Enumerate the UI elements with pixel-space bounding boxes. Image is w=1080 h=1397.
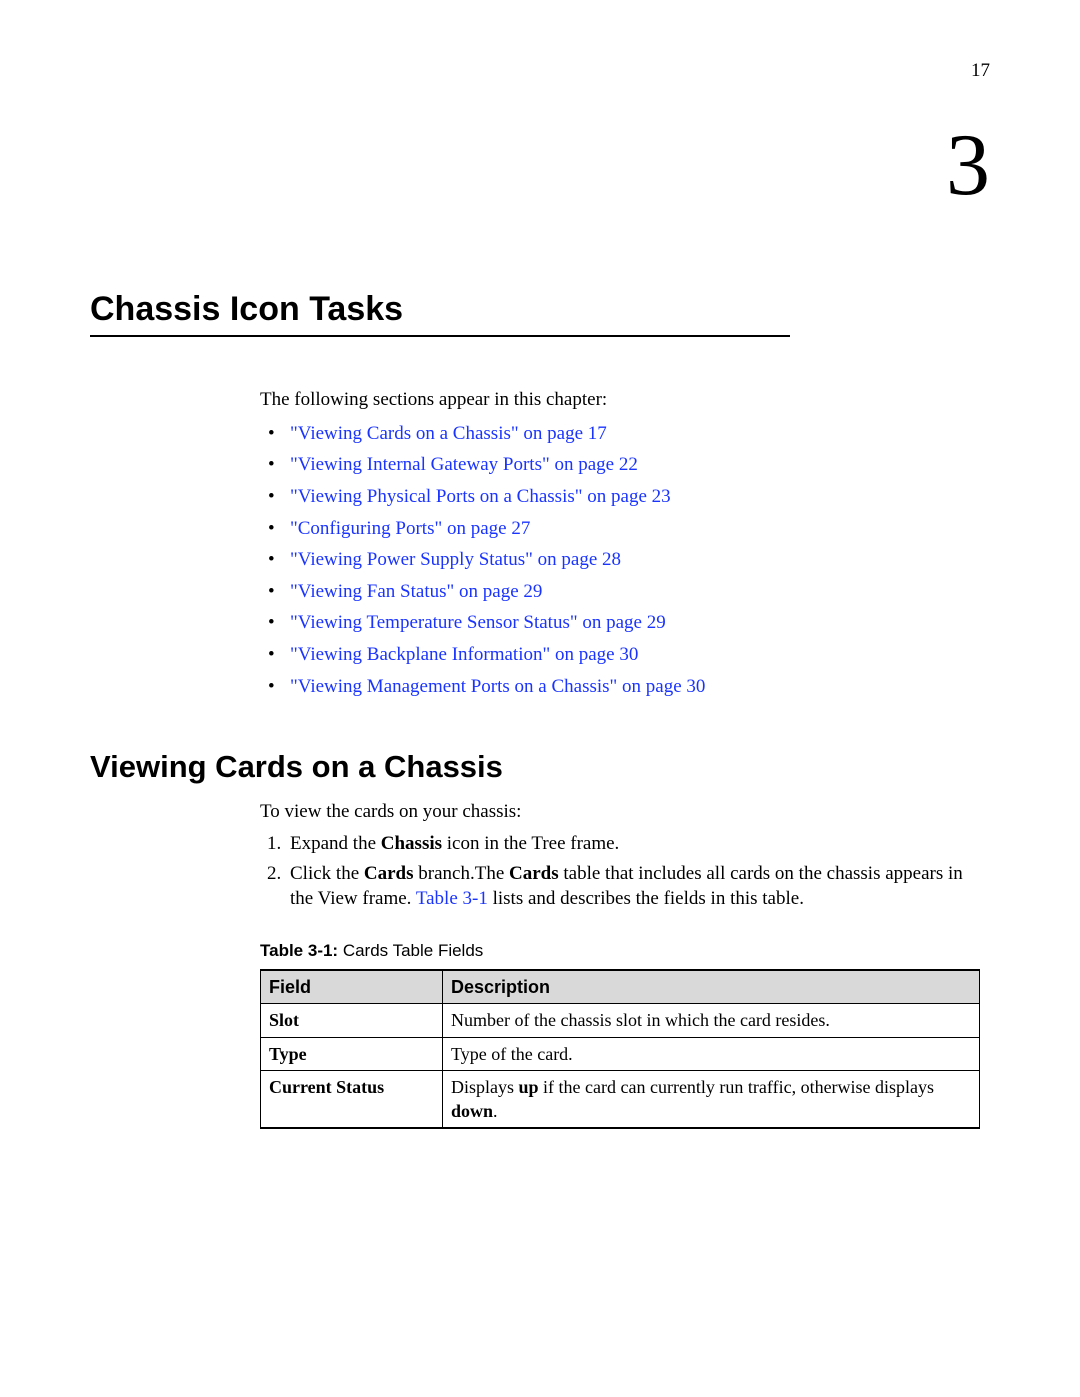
toc-item: "Configuring Ports" on page 27: [260, 516, 990, 542]
step-text: Click the: [290, 863, 364, 884]
chapter-number: 3: [90, 122, 990, 210]
desc-text: Displays: [451, 1077, 519, 1097]
step-item: Expand the Chassis icon in the Tree fram…: [286, 831, 990, 857]
td-field: Slot: [261, 1004, 443, 1037]
td-description: Displays up if the card can currently ru…: [443, 1070, 980, 1128]
toc-link[interactable]: "Viewing Management Ports on a Chassis" …: [290, 676, 705, 697]
chapter-rule: [90, 335, 790, 337]
page: 17 3 Chassis Icon Tasks The following se…: [0, 0, 1080, 1189]
section-title: Viewing Cards on a Chassis: [90, 749, 990, 785]
desc-text: .: [493, 1101, 498, 1121]
step-text: lists and describes the fields in this t…: [488, 888, 804, 909]
td-description: Type of the card.: [443, 1037, 980, 1070]
th-description: Description: [443, 970, 980, 1004]
step-text: Expand the: [290, 833, 381, 854]
table-caption-label: Table 3-1:: [260, 941, 338, 960]
toc-item: "Viewing Fan Status" on page 29: [260, 579, 990, 605]
toc-link[interactable]: "Viewing Power Supply Status" on page 28: [290, 549, 621, 570]
toc-item: "Viewing Temperature Sensor Status" on p…: [260, 610, 990, 636]
toc-link[interactable]: "Viewing Temperature Sensor Status" on p…: [290, 612, 666, 633]
table-caption-text: Cards Table Fields: [338, 941, 483, 960]
table-row: Slot Number of the chassis slot in which…: [261, 1004, 980, 1037]
td-description: Number of the chassis slot in which the …: [443, 1004, 980, 1037]
toc-item: "Viewing Internal Gateway Ports" on page…: [260, 452, 990, 478]
toc-link[interactable]: "Viewing Cards on a Chassis" on page 17: [290, 423, 607, 444]
section-body: To view the cards on your chassis: Expan…: [260, 799, 990, 1129]
toc-item: "Viewing Power Supply Status" on page 28: [260, 547, 990, 573]
steps-list: Expand the Chassis icon in the Tree fram…: [260, 831, 990, 912]
chapter-intro-block: The following sections appear in this ch…: [260, 387, 990, 699]
table-caption: Table 3-1: Cards Table Fields: [260, 940, 990, 963]
toc-list: "Viewing Cards on a Chassis" on page 17 …: [260, 421, 990, 700]
intro-sentence: The following sections appear in this ch…: [260, 387, 990, 413]
toc-link[interactable]: "Viewing Fan Status" on page 29: [290, 581, 542, 602]
table-ref-link[interactable]: Table 3-1: [416, 888, 488, 909]
page-number: 17: [90, 60, 990, 82]
step-bold: Cards: [364, 863, 414, 884]
th-field: Field: [261, 970, 443, 1004]
desc-text: if the card can currently run traffic, o…: [539, 1077, 935, 1097]
toc-item: "Viewing Cards on a Chassis" on page 17: [260, 421, 990, 447]
table-row: Current Status Displays up if the card c…: [261, 1070, 980, 1128]
toc-item: "Viewing Backplane Information" on page …: [260, 642, 990, 668]
step-bold: Chassis: [381, 833, 442, 854]
table-header-row: Field Description: [261, 970, 980, 1004]
step-text: branch.The: [414, 863, 509, 884]
desc-bold: down: [451, 1101, 493, 1121]
td-field: Current Status: [261, 1070, 443, 1128]
cards-table: Field Description Slot Number of the cha…: [260, 969, 980, 1129]
toc-link[interactable]: "Viewing Internal Gateway Ports" on page…: [290, 454, 638, 475]
toc-link[interactable]: "Configuring Ports" on page 27: [290, 518, 530, 539]
toc-item: "Viewing Management Ports on a Chassis" …: [260, 674, 990, 700]
chapter-title: Chassis Icon Tasks: [90, 290, 990, 329]
step-text: icon in the Tree frame.: [442, 833, 619, 854]
desc-bold: up: [519, 1077, 539, 1097]
table-row: Type Type of the card.: [261, 1037, 980, 1070]
td-field: Type: [261, 1037, 443, 1070]
toc-item: "Viewing Physical Ports on a Chassis" on…: [260, 484, 990, 510]
step-item: Click the Cards branch.The Cards table t…: [286, 861, 990, 912]
section-intro: To view the cards on your chassis:: [260, 799, 990, 825]
toc-link[interactable]: "Viewing Physical Ports on a Chassis" on…: [290, 486, 671, 507]
toc-link[interactable]: "Viewing Backplane Information" on page …: [290, 644, 638, 665]
step-bold: Cards: [509, 863, 559, 884]
